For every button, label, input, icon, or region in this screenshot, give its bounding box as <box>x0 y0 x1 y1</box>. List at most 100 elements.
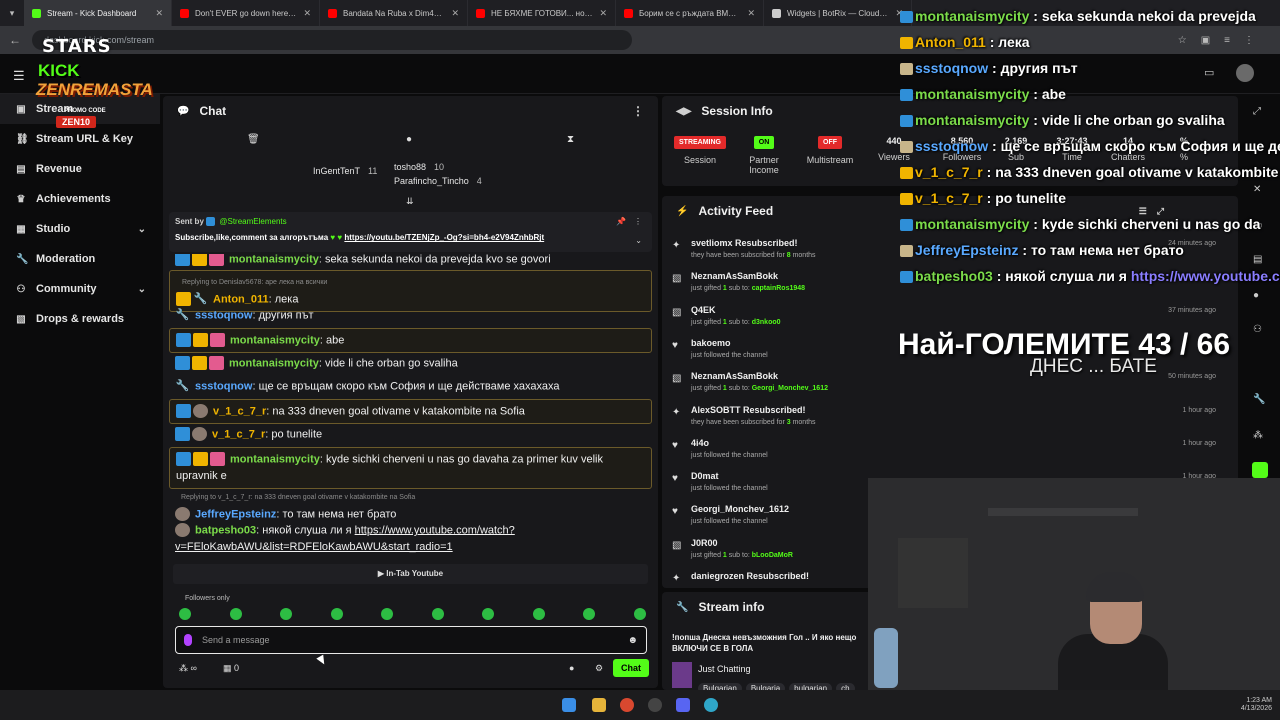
overlay-colon: : <box>985 34 999 50</box>
sidebar-item-community[interactable]: ⚇ Community ⌄ <box>0 274 160 304</box>
leaderboard-name: Parafincho_Tincho <box>394 176 469 186</box>
status-badge: ON <box>753 136 775 149</box>
share-icon[interactable]: ⁂ <box>1253 430 1263 441</box>
chat-menu-icon[interactable]: ⋮ <box>632 104 644 118</box>
chat-message[interactable]: 🔧 ssstoqnow: другия път <box>169 304 652 327</box>
chat-username[interactable]: ssstoqnow <box>195 309 252 321</box>
wrench-icon[interactable]: 🔧 <box>1253 394 1265 405</box>
browser-tab[interactable]: Борим се с ръждата BMW e34 ✕ <box>616 0 764 26</box>
back-icon[interactable]: ← <box>8 33 22 47</box>
pin-icon[interactable]: 📌 <box>616 217 626 226</box>
hamburger-menu-icon[interactable]: ☰ <box>13 68 25 84</box>
pinned-link[interactable]: https://youtu.be/TZENjZp_-Og?si=bh4-e2V9… <box>344 233 544 242</box>
pinned-menu-icon[interactable]: ⋮ <box>634 217 642 226</box>
emote-icon[interactable] <box>381 608 393 620</box>
activity-item[interactable]: ✦ AlexSOBTT Resubscribed! they have been s… <box>672 403 1232 436</box>
chat-username[interactable]: montanaismycity <box>230 334 320 346</box>
send-chat-button[interactable]: Chat <box>613 659 649 677</box>
chat-username[interactable]: v_1_c_7_r <box>213 405 266 417</box>
emote-icon[interactable] <box>482 608 494 620</box>
hourglass-icon[interactable]: ⧗ <box>567 134 574 145</box>
chat-message[interactable]: v_1_c_7_r: na 333 dneven goal otivame v … <box>169 399 652 425</box>
emote-icon[interactable] <box>633 608 646 620</box>
collapse-chevron-icon[interactable]: ⇊ <box>406 196 414 207</box>
stream-tag[interactable]: Bulgarian <box>698 683 742 690</box>
stream-tag[interactable]: Bulgaria <box>745 683 786 690</box>
mic-icon[interactable] <box>184 634 192 646</box>
discord-icon[interactable] <box>676 698 690 712</box>
activity-item[interactable]: ♥ 4i4o just followed the channel 1 hour ago <box>672 436 1232 469</box>
chrome-icon[interactable] <box>620 698 634 712</box>
pinned-expand-chevron-icon[interactable]: ⌄ <box>635 236 642 245</box>
green-action-icon[interactable] <box>1252 462 1268 478</box>
tab-close-icon[interactable]: ✕ <box>451 8 459 19</box>
stream-tag[interactable]: bulgarian <box>789 683 833 690</box>
sidebar-item-moderation[interactable]: 🔧 Moderation <box>0 244 160 274</box>
chat-username[interactable]: montanaismycity <box>230 453 320 465</box>
emote-icon[interactable] <box>431 608 444 620</box>
activity-name: 4i4o <box>691 437 710 448</box>
trash-icon[interactable]: 🗑 <box>247 134 260 145</box>
tab-list-chevron-icon[interactable]: ▾ <box>0 8 24 19</box>
stat-label: Partner Income <box>749 155 779 175</box>
chat-message[interactable]: batpesho03: някой слуша ли я https://www… <box>169 519 652 559</box>
chat-username[interactable]: ssstoqnow <box>195 380 252 392</box>
emote-icon[interactable] <box>532 608 545 620</box>
chat-message[interactable]: v_1_c_7_r: po tunelite <box>169 423 652 446</box>
chat-message[interactable]: 🔧 ssstoqnow: ще се връщам скоро към София… <box>169 375 652 398</box>
chat-message[interactable]: montanaismycity: seka sekunda nekoi da p… <box>169 254 652 271</box>
activity-target[interactable]: bLooDaMoR <box>752 552 793 559</box>
browser-tab[interactable]: Don't EVER go down here...(Pa ✕ <box>172 0 320 26</box>
folder-icon[interactable] <box>592 698 606 712</box>
activity-target[interactable]: d3nkoo0 <box>752 319 781 326</box>
browser-tab[interactable]: Stream - Kick Dashboard ✕ <box>24 0 172 26</box>
chat-username[interactable]: v_1_c_7_r <box>212 428 265 440</box>
overlay-chat-line: Anton_011 : лека <box>900 34 1030 50</box>
tab-favicon-icon <box>328 8 337 18</box>
emoji-icon[interactable]: ☻ <box>627 635 638 646</box>
chat-username[interactable]: montanaismycity <box>229 357 319 369</box>
gear-icon[interactable]: ⚙ <box>595 663 603 674</box>
start-icon[interactable] <box>562 698 576 712</box>
obs-icon[interactable] <box>648 698 662 712</box>
emote-icon[interactable] <box>179 608 191 620</box>
sidebar-item-achievements[interactable]: ♛ Achievements <box>0 184 160 214</box>
chat-message[interactable]: montanaismycity: kyde sichki cherveni u … <box>169 447 652 490</box>
message-icon[interactable]: ● <box>406 134 412 145</box>
browser-tab[interactable]: Widgets | BotRix — Cloud Stre✕ <box>764 0 912 26</box>
bot-badge-icon <box>206 217 216 227</box>
tab-close-icon[interactable]: ✕ <box>599 8 607 19</box>
sidebar-item-label: Revenue <box>36 163 82 175</box>
tab-close-icon[interactable]: ✕ <box>747 8 755 19</box>
user-badges: 🔧 <box>175 307 192 324</box>
sidebar-item-drops-rewards[interactable]: ▧ Drops & rewards <box>0 304 160 334</box>
overlay-username: ssstoqnow <box>915 60 989 76</box>
in-tab-youtube-button[interactable]: ▶ In-Tab Youtube <box>173 564 648 584</box>
sidebar-item-revenue[interactable]: ▤ Revenue <box>0 154 160 184</box>
chat-message[interactable]: montanaismycity: vide li che orban go sv… <box>169 352 652 375</box>
chat-settings-bubble-icon[interactable]: ● <box>569 663 574 673</box>
chat-message[interactable]: montanaismycity: abe <box>169 328 652 354</box>
chat-message-text: abe <box>326 334 345 347</box>
stream-tag[interactable]: ch <box>836 683 855 690</box>
chat-message-input[interactable]: Send a message ☻ <box>175 626 647 654</box>
emote-icon[interactable] <box>330 608 343 620</box>
chat-header: 💬 Chat ⋮ <box>163 96 658 126</box>
webcam-equipment <box>898 538 968 608</box>
sidebar-item-label: Moderation <box>36 253 96 265</box>
emote-icon[interactable] <box>280 608 292 620</box>
browser-tab[interactable]: НЕ БЯХМЕ ГОТОВИ... но тръгн ✕ <box>468 0 616 26</box>
activity-target[interactable]: Georgi_Monchev_1612 <box>752 385 828 392</box>
tab-close-icon[interactable]: ✕ <box>155 8 163 19</box>
emote-icon[interactable] <box>583 608 595 620</box>
sidebar-item-studio[interactable]: ▦ Studio ⌄ <box>0 214 160 244</box>
chat-username[interactable]: montanaismycity <box>229 254 319 265</box>
users-icon[interactable]: ⚇ <box>1253 324 1262 335</box>
browser-tab[interactable]: Bandata Na Ruba x Dim4ou - Ji ✕ <box>320 0 468 26</box>
chat-username[interactable]: batpesho03 <box>195 524 256 536</box>
tab-close-icon[interactable]: ✕ <box>303 8 311 19</box>
activity-target[interactable]: captainRos1948 <box>752 285 805 292</box>
edge-icon[interactable] <box>704 698 718 712</box>
users-infinity-icon[interactable]: ⁂ ∞ <box>179 663 197 674</box>
emote-icon[interactable] <box>229 608 242 620</box>
